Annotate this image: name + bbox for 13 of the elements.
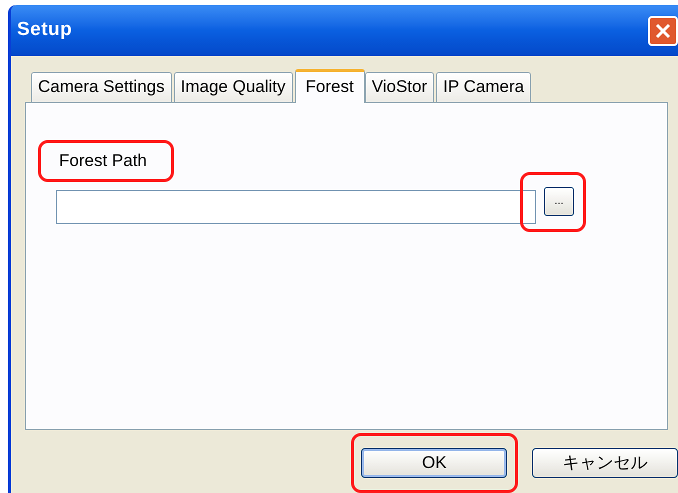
window-title: Setup (17, 18, 72, 42)
browse-button[interactable]: ... (544, 187, 574, 216)
tab[interactable]: IP Camera (436, 72, 532, 102)
close-icon (654, 22, 672, 40)
dialog-button[interactable]: キャンセル (532, 448, 678, 478)
close-button[interactable] (648, 16, 678, 46)
tab[interactable]: VioStor (364, 72, 434, 102)
tab[interactable]: Camera Settings (31, 72, 172, 102)
dialog-button[interactable]: OK (361, 448, 508, 478)
tab[interactable]: Image Quality (174, 72, 293, 102)
path-field[interactable] (56, 190, 536, 224)
field-label: Forest Path (59, 150, 147, 172)
tab[interactable]: Forest (294, 68, 365, 103)
